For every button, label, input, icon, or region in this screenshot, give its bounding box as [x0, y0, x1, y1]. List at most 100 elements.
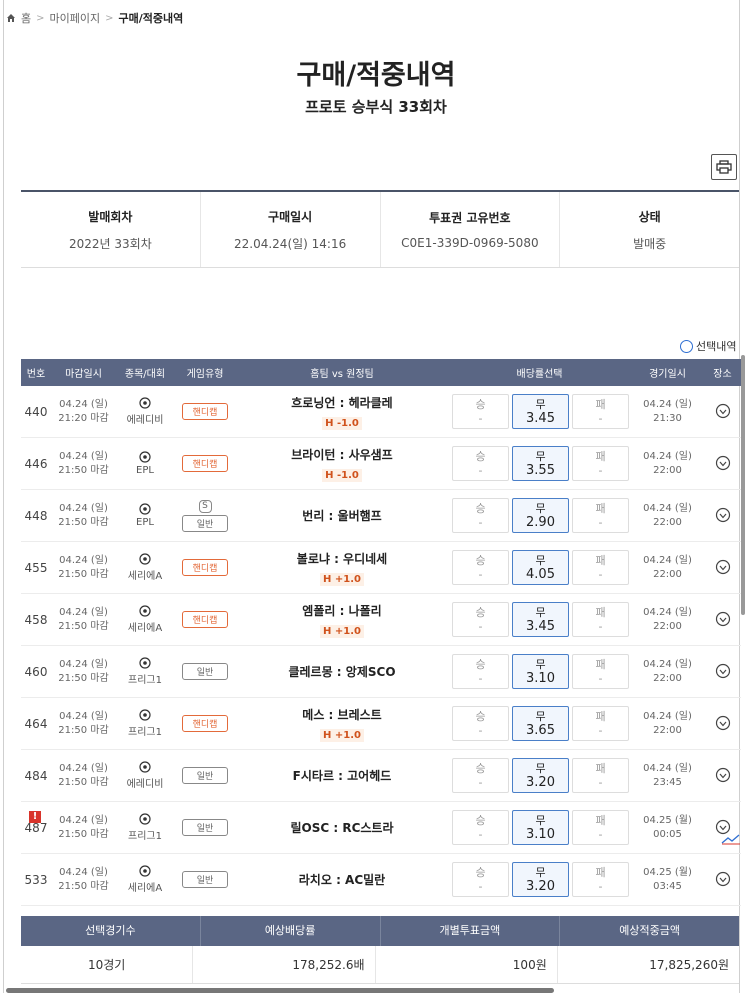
game-date-time: 23:45	[653, 776, 682, 788]
odd-draw[interactable]: 무 2.90	[512, 498, 569, 533]
odd-value: -	[478, 827, 483, 841]
odd-win[interactable]: 승-	[452, 550, 509, 585]
deadline-time: 21:50 마감	[58, 464, 109, 476]
soccer-ball-icon	[139, 709, 151, 721]
odd-lose[interactable]: 패-	[572, 498, 629, 533]
odd-lose[interactable]: 패-	[572, 446, 629, 481]
odd-win[interactable]: 승-	[452, 810, 509, 845]
odd-value: -	[478, 775, 483, 789]
odd-lose[interactable]: 패-	[572, 394, 629, 429]
map-pin-icon[interactable]	[715, 403, 731, 421]
odd-draw[interactable]: 무 3.65	[512, 706, 569, 741]
odd-draw[interactable]: 무 3.10	[512, 810, 569, 845]
deadline-date: 04.24 (일)	[59, 814, 108, 826]
odd-lose[interactable]: 패-	[572, 810, 629, 845]
odd-win[interactable]: 승-	[452, 654, 509, 689]
breadcrumb-separator: >	[36, 12, 45, 24]
odd-win[interactable]: 승-	[452, 498, 509, 533]
summary-odds: 178,252.6배	[193, 946, 376, 983]
summary-header-amount: 개별투표금액	[381, 916, 561, 946]
odd-value: 2.90	[526, 514, 555, 530]
breadcrumb-home[interactable]: 홈	[21, 10, 31, 26]
game-date-time: 21:30	[653, 412, 682, 424]
handicap-value: H +1.0	[320, 572, 364, 586]
chart-trend-icon[interactable]	[721, 833, 741, 845]
summary-games: 10경기	[21, 946, 194, 983]
map-pin-icon[interactable]	[715, 767, 731, 785]
summary-amount: 100원	[376, 946, 558, 983]
select-history-toggle[interactable]: 선택내역	[680, 338, 736, 354]
sport-league: 프리그1	[116, 709, 174, 738]
league-name: 에레디비	[126, 779, 164, 790]
map-pin-icon[interactable]	[715, 715, 731, 733]
odd-label: 승	[475, 397, 486, 411]
odd-win[interactable]: 승-	[452, 758, 509, 793]
vertical-scrollbar[interactable]	[741, 355, 745, 615]
info-purchase-date: 구매일시 22.04.24(일) 14:16	[201, 192, 381, 267]
map-pin-icon[interactable]	[715, 663, 731, 681]
place	[704, 819, 741, 844]
table-row: 446 04.24 (일) 21:50 마감 EPL 핸디캡 브라이턴 : 사우샘프 H -…	[21, 438, 741, 490]
home-icon[interactable]	[6, 13, 16, 23]
select-history-checkbox[interactable]	[680, 339, 693, 353]
game-date: 04.24 (일) 21:30	[631, 398, 704, 426]
map-pin-icon[interactable]	[715, 611, 731, 629]
place	[704, 715, 741, 733]
odd-lose[interactable]: 패-	[572, 862, 629, 897]
odd-label: 무	[535, 553, 546, 567]
match-teams: 엠폴리 : 나폴리	[302, 603, 382, 618]
odd-draw[interactable]: 무 3.20	[512, 758, 569, 793]
game-date-day: 04.24 (일)	[643, 658, 692, 670]
match: F시타르 : 고어헤드	[236, 767, 448, 784]
map-pin-icon[interactable]	[715, 507, 731, 525]
game-date-day: 04.24 (일)	[643, 502, 692, 514]
game-type: 일반	[174, 767, 236, 784]
game-number: 460	[21, 665, 51, 679]
game-date-day: 04.24 (일)	[643, 710, 692, 722]
game-date-day: 04.24 (일)	[643, 450, 692, 462]
odd-label: 패	[595, 865, 606, 879]
odd-draw[interactable]: 무 3.10	[512, 654, 569, 689]
odd-lose[interactable]: 패-	[572, 602, 629, 637]
odd-win[interactable]: 승-	[452, 446, 509, 481]
league-name: 세리에A	[127, 571, 163, 582]
odd-label: 무	[535, 605, 546, 619]
odd-label: 무	[535, 709, 546, 723]
map-pin-icon[interactable]	[715, 455, 731, 473]
odd-win[interactable]: 승-	[452, 394, 509, 429]
match-teams: 클레르몽 : 앙제SCO	[288, 665, 396, 679]
odd-draw[interactable]: 무 3.45	[512, 602, 569, 637]
odd-win[interactable]: 승-	[452, 862, 509, 897]
odd-label: 승	[475, 761, 486, 775]
match-teams: 볼로냐 : 우디네세	[296, 551, 388, 566]
printer-icon	[716, 160, 732, 174]
odd-win[interactable]: 승-	[452, 706, 509, 741]
print-button[interactable]	[711, 154, 737, 180]
match-teams: 라치오 : AC밀란	[298, 873, 386, 887]
breadcrumb-mypage[interactable]: 마이페이지	[50, 10, 101, 26]
odd-lose[interactable]: 패-	[572, 654, 629, 689]
odd-value: -	[478, 671, 483, 685]
odd-value: 3.10	[526, 826, 555, 842]
game-number: 533	[21, 873, 51, 887]
odds-selection: 승 - 무 3.45 패 -	[448, 602, 631, 637]
horizontal-scrollbar[interactable]	[6, 988, 554, 993]
odd-lose[interactable]: 패-	[572, 758, 629, 793]
games-table: 번호 마감일시 종목/대회 게임유형 홈팀 vs 원정팀 배당률선택 경기일시 …	[21, 359, 741, 906]
odd-draw[interactable]: 무 3.55	[512, 446, 569, 481]
odd-draw[interactable]: 무 4.05	[512, 550, 569, 585]
odd-lose[interactable]: 패-	[572, 550, 629, 585]
odd-value: -	[478, 567, 483, 581]
odd-label: 패	[595, 397, 606, 411]
soccer-ball-icon	[139, 397, 151, 409]
soccer-ball-icon	[139, 451, 151, 463]
game-type-badge: 핸디캡	[182, 611, 228, 628]
odd-lose[interactable]: 패-	[572, 706, 629, 741]
map-pin-icon[interactable]	[715, 871, 731, 889]
odd-draw[interactable]: 무 3.45	[512, 394, 569, 429]
odd-draw[interactable]: 무 3.20	[512, 862, 569, 897]
match: 클레르몽 : 앙제SCO	[236, 663, 448, 680]
map-pin-icon[interactable]	[715, 559, 731, 577]
game-date: 04.24 (일) 22:00	[631, 554, 704, 582]
odd-win[interactable]: 승-	[452, 602, 509, 637]
